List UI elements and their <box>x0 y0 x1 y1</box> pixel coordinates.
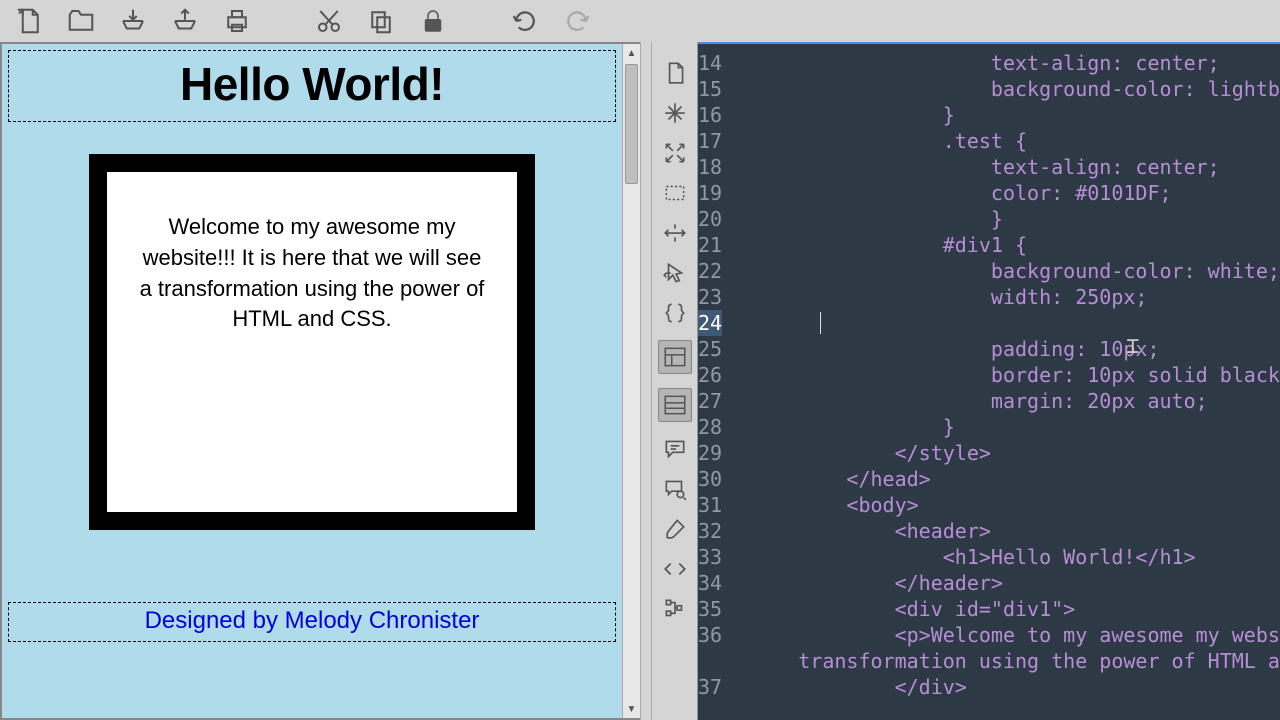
line-number: 30 <box>698 466 722 492</box>
workspace: Hello World! Welcome to my awesome my we… <box>0 42 1280 720</box>
line-number: 16 <box>698 102 722 128</box>
code-line[interactable] <box>750 310 1280 336</box>
line-number: 17 <box>698 128 722 154</box>
code-line[interactable]: #div1 { <box>750 232 1280 258</box>
line-number: 32 <box>698 518 722 544</box>
code-line[interactable]: padding: 10px;⌶ <box>750 336 1280 362</box>
code-line[interactable]: color: #0101DF; <box>750 180 1280 206</box>
layout-2-icon[interactable] <box>658 388 692 422</box>
redo-icon[interactable] <box>562 6 592 36</box>
line-number: 21 <box>698 232 722 258</box>
code-line[interactable]: } <box>750 414 1280 440</box>
line-number: 37 <box>698 674 722 700</box>
code-editor[interactable]: 1415161718192021222324252627282930313233… <box>698 42 1280 720</box>
line-number: 18 <box>698 154 722 180</box>
save-icon[interactable] <box>118 6 148 36</box>
grid-icon[interactable] <box>662 180 688 206</box>
line-number: 26 <box>698 362 722 388</box>
code-line[interactable]: background-color: lightblue; <box>750 76 1280 102</box>
scroll-up-icon[interactable]: ▲ <box>623 44 640 62</box>
new-file-icon[interactable] <box>14 6 44 36</box>
save-as-icon[interactable] <box>170 6 200 36</box>
main-toolbar <box>0 0 1280 42</box>
line-number: 28 <box>698 414 722 440</box>
arrows-h-icon[interactable] <box>662 220 688 246</box>
scroll-down-icon[interactable]: ▼ <box>623 700 640 718</box>
brush-icon[interactable] <box>662 516 688 542</box>
layout-1-icon[interactable] <box>658 340 692 374</box>
line-number: 29 <box>698 440 722 466</box>
preview-viewport[interactable]: Hello World! Welcome to my awesome my we… <box>2 44 622 718</box>
line-number: 35 <box>698 596 722 622</box>
lock-icon[interactable] <box>418 6 448 36</box>
open-folder-icon[interactable] <box>66 6 96 36</box>
code-line[interactable]: <h1>Hello World!</h1> <box>750 544 1280 570</box>
braces-icon[interactable] <box>662 300 688 326</box>
copy-icon[interactable] <box>366 6 396 36</box>
undo-icon[interactable] <box>510 6 540 36</box>
preview-div1: Welcome to my awesome my website!!! It i… <box>97 162 527 522</box>
line-number: 36 <box>698 622 722 648</box>
line-number: 25 <box>698 336 722 362</box>
code-line[interactable]: text-align: center; <box>750 50 1280 76</box>
code-line[interactable]: margin: 20px auto; <box>750 388 1280 414</box>
tool-rail <box>652 42 698 720</box>
print-icon[interactable] <box>222 6 252 36</box>
code-line[interactable]: text-align: center; <box>750 154 1280 180</box>
code-line[interactable]: </head> <box>750 466 1280 492</box>
preview-scrollbar[interactable]: ▲ ▼ <box>622 44 640 718</box>
sparkle-icon[interactable] <box>662 100 688 126</box>
preview-pane: Hello World! Welcome to my awesome my we… <box>0 42 640 720</box>
tree-icon[interactable] <box>662 596 688 622</box>
line-number: 24 <box>698 310 722 336</box>
code-area[interactable]: text-align: center; background-color: li… <box>730 44 1280 720</box>
code-line[interactable]: transformation using the power of HTML a… <box>750 648 1280 674</box>
scroll-thumb[interactable] <box>625 64 638 184</box>
cut-icon[interactable] <box>314 6 344 36</box>
new-doc-icon[interactable] <box>662 60 688 86</box>
line-number: 34 <box>698 570 722 596</box>
pane-splitter[interactable] <box>640 42 652 720</box>
expand-icon[interactable] <box>662 140 688 166</box>
text-caret <box>820 312 821 334</box>
code-line[interactable]: <div id="div1"> <box>750 596 1280 622</box>
line-number: 19 <box>698 180 722 206</box>
line-number-gutter: 1415161718192021222324252627282930313233… <box>698 44 730 720</box>
line-number: 20 <box>698 206 722 232</box>
code-line[interactable]: } <box>750 102 1280 128</box>
preview-footer: Designed by Melody Chronister <box>8 602 616 642</box>
preview-heading: Hello World! <box>9 57 615 111</box>
code-tag-icon[interactable] <box>662 556 688 582</box>
preview-paragraph: Welcome to my awesome my website!!! It i… <box>137 212 487 335</box>
line-number: 31 <box>698 492 722 518</box>
code-line[interactable]: <body> <box>750 492 1280 518</box>
line-number: 14 <box>698 50 722 76</box>
comment-icon[interactable] <box>662 436 688 462</box>
line-number: 27 <box>698 388 722 414</box>
code-line[interactable]: </style> <box>750 440 1280 466</box>
code-line[interactable]: .test { <box>750 128 1280 154</box>
code-line[interactable]: border: 10px solid black; <box>750 362 1280 388</box>
code-line[interactable]: width: 250px; <box>750 284 1280 310</box>
line-number: 33 <box>698 544 722 570</box>
chat-search-icon[interactable] <box>662 476 688 502</box>
select-cursor-icon[interactable] <box>662 260 688 286</box>
line-number: 22 <box>698 258 722 284</box>
line-number: 23 <box>698 284 722 310</box>
code-line[interactable]: <p>Welcome to my awesome my websi <box>750 622 1280 648</box>
line-number <box>698 648 722 674</box>
code-line[interactable]: background-color: white; <box>750 258 1280 284</box>
code-line[interactable]: </header> <box>750 570 1280 596</box>
line-number: 15 <box>698 76 722 102</box>
preview-header: Hello World! <box>8 50 616 122</box>
code-line[interactable]: </div> <box>750 674 1280 700</box>
preview-footer-text: Designed by Melody Chronister <box>145 607 480 634</box>
code-line[interactable]: <header> <box>750 518 1280 544</box>
code-line[interactable]: } <box>750 206 1280 232</box>
